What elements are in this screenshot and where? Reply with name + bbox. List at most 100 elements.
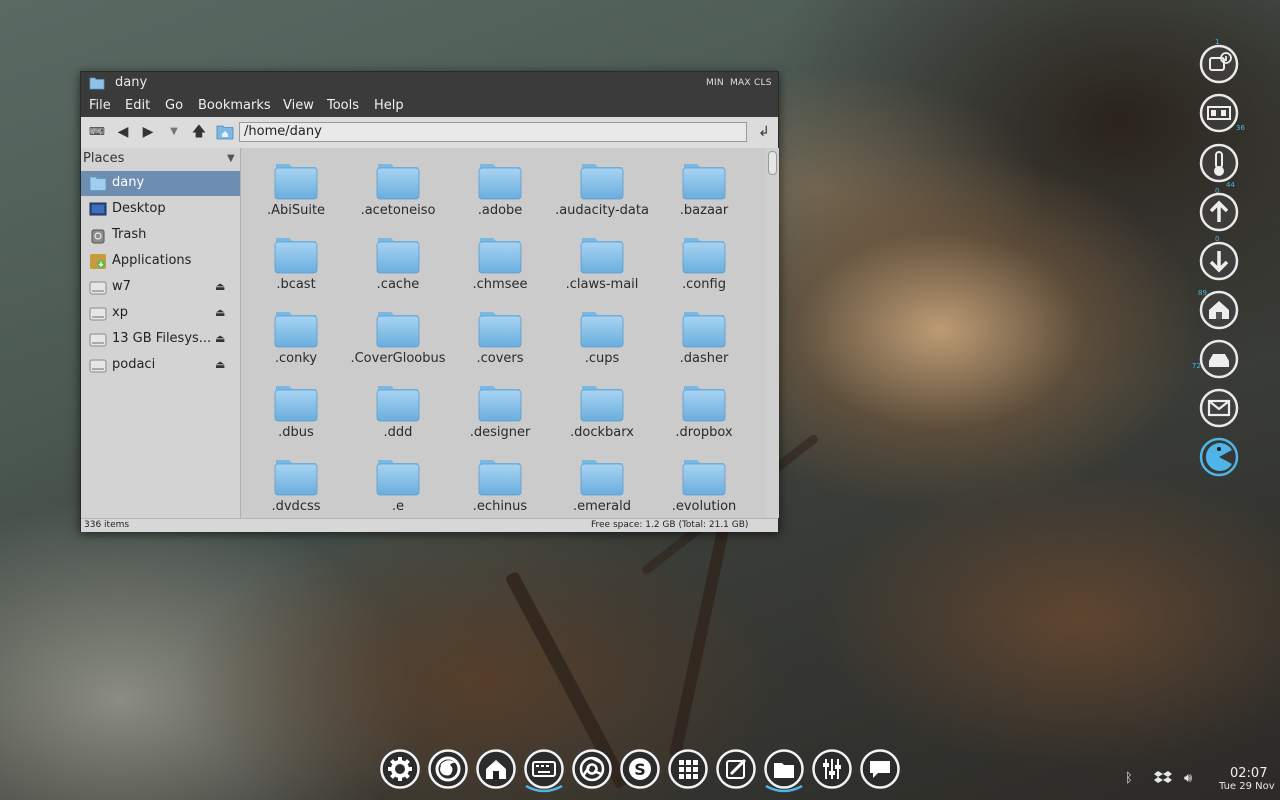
file-name: .echinus — [472, 499, 528, 514]
file-item[interactable]: .ddd — [348, 376, 448, 446]
mixer-icon[interactable] — [812, 749, 852, 789]
file-item[interactable]: .e — [348, 450, 448, 518]
clock-date: Tue 29 Nov — [1219, 781, 1275, 792]
close-button[interactable]: CLS — [754, 78, 772, 88]
clock-time[interactable]: 02:07 — [1230, 766, 1267, 781]
sidebar-item-applications[interactable]: Applications — [81, 249, 240, 274]
sidebar-item-dany[interactable]: dany — [81, 171, 240, 196]
sidebar-item-label: podaci — [112, 357, 156, 372]
drive-icon — [89, 359, 107, 373]
menu-view[interactable]: View — [283, 98, 314, 113]
forward-icon[interactable]: ▶ — [139, 124, 157, 140]
bluetooth-icon[interactable]: ᛒ — [1125, 771, 1133, 786]
file-item[interactable]: .acetoneiso — [348, 154, 448, 224]
file-item[interactable]: .config — [654, 228, 754, 298]
home-icon[interactable] — [476, 749, 516, 789]
file-item[interactable]: .adobe — [450, 154, 550, 224]
menu-file[interactable]: File — [89, 98, 111, 113]
file-item[interactable]: .covers — [450, 302, 550, 372]
sidebar-item-podaci[interactable]: podaci ⏏ — [81, 353, 240, 378]
conky-value: 89 — [1198, 289, 1207, 297]
menu-bookmarks[interactable]: Bookmarks — [198, 98, 271, 113]
dropbox-icon[interactable] — [1154, 770, 1172, 786]
file-item[interactable]: .conky — [246, 302, 346, 372]
file-item[interactable]: .emerald — [552, 450, 652, 518]
menu-edit[interactable]: Edit — [125, 98, 150, 113]
address-field[interactable]: /home/dany — [239, 122, 747, 142]
file-item[interactable]: .cache — [348, 228, 448, 298]
menu-tools[interactable]: Tools — [327, 98, 359, 113]
vertical-scrollbar[interactable] — [766, 148, 779, 518]
file-item[interactable]: .bcast — [246, 228, 346, 298]
folder-icon — [376, 312, 420, 348]
file-item[interactable]: .audacity-data — [552, 154, 652, 224]
files-icon[interactable] — [764, 749, 804, 789]
file-item[interactable]: .dvdcss — [246, 450, 346, 518]
file-item[interactable]: .bazaar — [654, 154, 754, 224]
volume-icon[interactable]: 🔊︎ — [1184, 771, 1192, 786]
mail-icon[interactable] — [1199, 388, 1239, 428]
drive-icon — [89, 307, 107, 321]
sidebar-item-w7[interactable]: w7 ⏏ — [81, 275, 240, 300]
file-item[interactable]: .echinus — [450, 450, 550, 518]
file-item[interactable]: .dasher — [654, 302, 754, 372]
home-folder-icon[interactable] — [216, 124, 234, 140]
chromium-icon[interactable] — [572, 749, 612, 789]
conky-value: 72 — [1192, 362, 1201, 370]
places-sidebar: Places ▼ dany Desktop Trash Applications… — [81, 148, 241, 518]
file-item[interactable]: .designer — [450, 376, 550, 446]
settings-gear-icon[interactable] — [380, 749, 420, 789]
temperature-icon[interactable] — [1199, 143, 1239, 183]
menu-go[interactable]: Go — [165, 98, 183, 113]
toggle-path-bar-icon[interactable]: ⌨ — [88, 124, 106, 140]
download-icon[interactable] — [1199, 241, 1239, 281]
file-item[interactable]: .CoverGloobus — [348, 302, 448, 372]
chat-icon[interactable] — [860, 749, 900, 789]
upload-icon[interactable] — [1199, 192, 1239, 232]
file-item[interactable]: .AbiSuite — [246, 154, 346, 224]
trash-icon — [91, 229, 105, 244]
sidebar-item-trash[interactable]: Trash — [81, 223, 240, 248]
sidebar-item-label: xp — [112, 305, 128, 320]
eject-icon[interactable]: ⏏ — [215, 332, 225, 345]
system-info-icon[interactable] — [1199, 44, 1239, 84]
drive-disk-icon[interactable] — [1199, 339, 1239, 379]
chevron-down-icon[interactable]: ▼ — [227, 153, 235, 164]
minimize-button[interactable]: MIN — [706, 78, 724, 88]
memory-icon[interactable] — [1199, 93, 1239, 133]
keyboard-icon[interactable] — [524, 749, 564, 789]
file-item[interactable]: .evolution — [654, 450, 754, 518]
editor-icon[interactable] — [716, 749, 756, 789]
firefox-icon[interactable] — [428, 749, 468, 789]
file-item[interactable]: .dbus — [246, 376, 346, 446]
go-icon[interactable]: ↲ — [755, 124, 773, 140]
file-item[interactable]: .cups — [552, 302, 652, 372]
eject-icon[interactable]: ⏏ — [215, 280, 225, 293]
up-icon[interactable]: 🡅 — [190, 124, 208, 140]
folder-icon — [478, 164, 522, 200]
file-item[interactable]: .dropbox — [654, 376, 754, 446]
eject-icon[interactable]: ⏏ — [215, 306, 225, 319]
maximize-button[interactable]: MAX — [730, 78, 751, 88]
file-name: .evolution — [671, 499, 737, 514]
pacman-icon[interactable] — [1199, 437, 1239, 477]
title-bar[interactable]: dany MIN MAX CLS — [81, 72, 778, 95]
folder-icon — [580, 312, 624, 348]
history-dropdown-icon[interactable]: ▼ — [165, 124, 183, 140]
back-icon[interactable]: ◀ — [114, 124, 132, 140]
apps-grid-icon[interactable] — [668, 749, 708, 789]
folder-icon — [376, 386, 420, 422]
file-item[interactable]: .dockbarx — [552, 376, 652, 446]
file-item[interactable]: .chmsee — [450, 228, 550, 298]
scrollbar-thumb[interactable] — [768, 151, 777, 175]
sidebar-item-13gb-filesystem[interactable]: 13 GB Filesys... ⏏ — [81, 327, 240, 352]
eject-icon[interactable]: ⏏ — [215, 358, 225, 371]
file-name: .config — [682, 277, 726, 292]
skype-icon[interactable]: S — [620, 749, 660, 789]
file-name: .emerald — [573, 499, 631, 514]
conky-value: 0 — [1215, 235, 1220, 243]
menu-help[interactable]: Help — [374, 98, 404, 113]
sidebar-item-xp[interactable]: xp ⏏ — [81, 301, 240, 326]
file-item[interactable]: .claws-mail — [552, 228, 652, 298]
sidebar-item-desktop[interactable]: Desktop — [81, 197, 240, 222]
